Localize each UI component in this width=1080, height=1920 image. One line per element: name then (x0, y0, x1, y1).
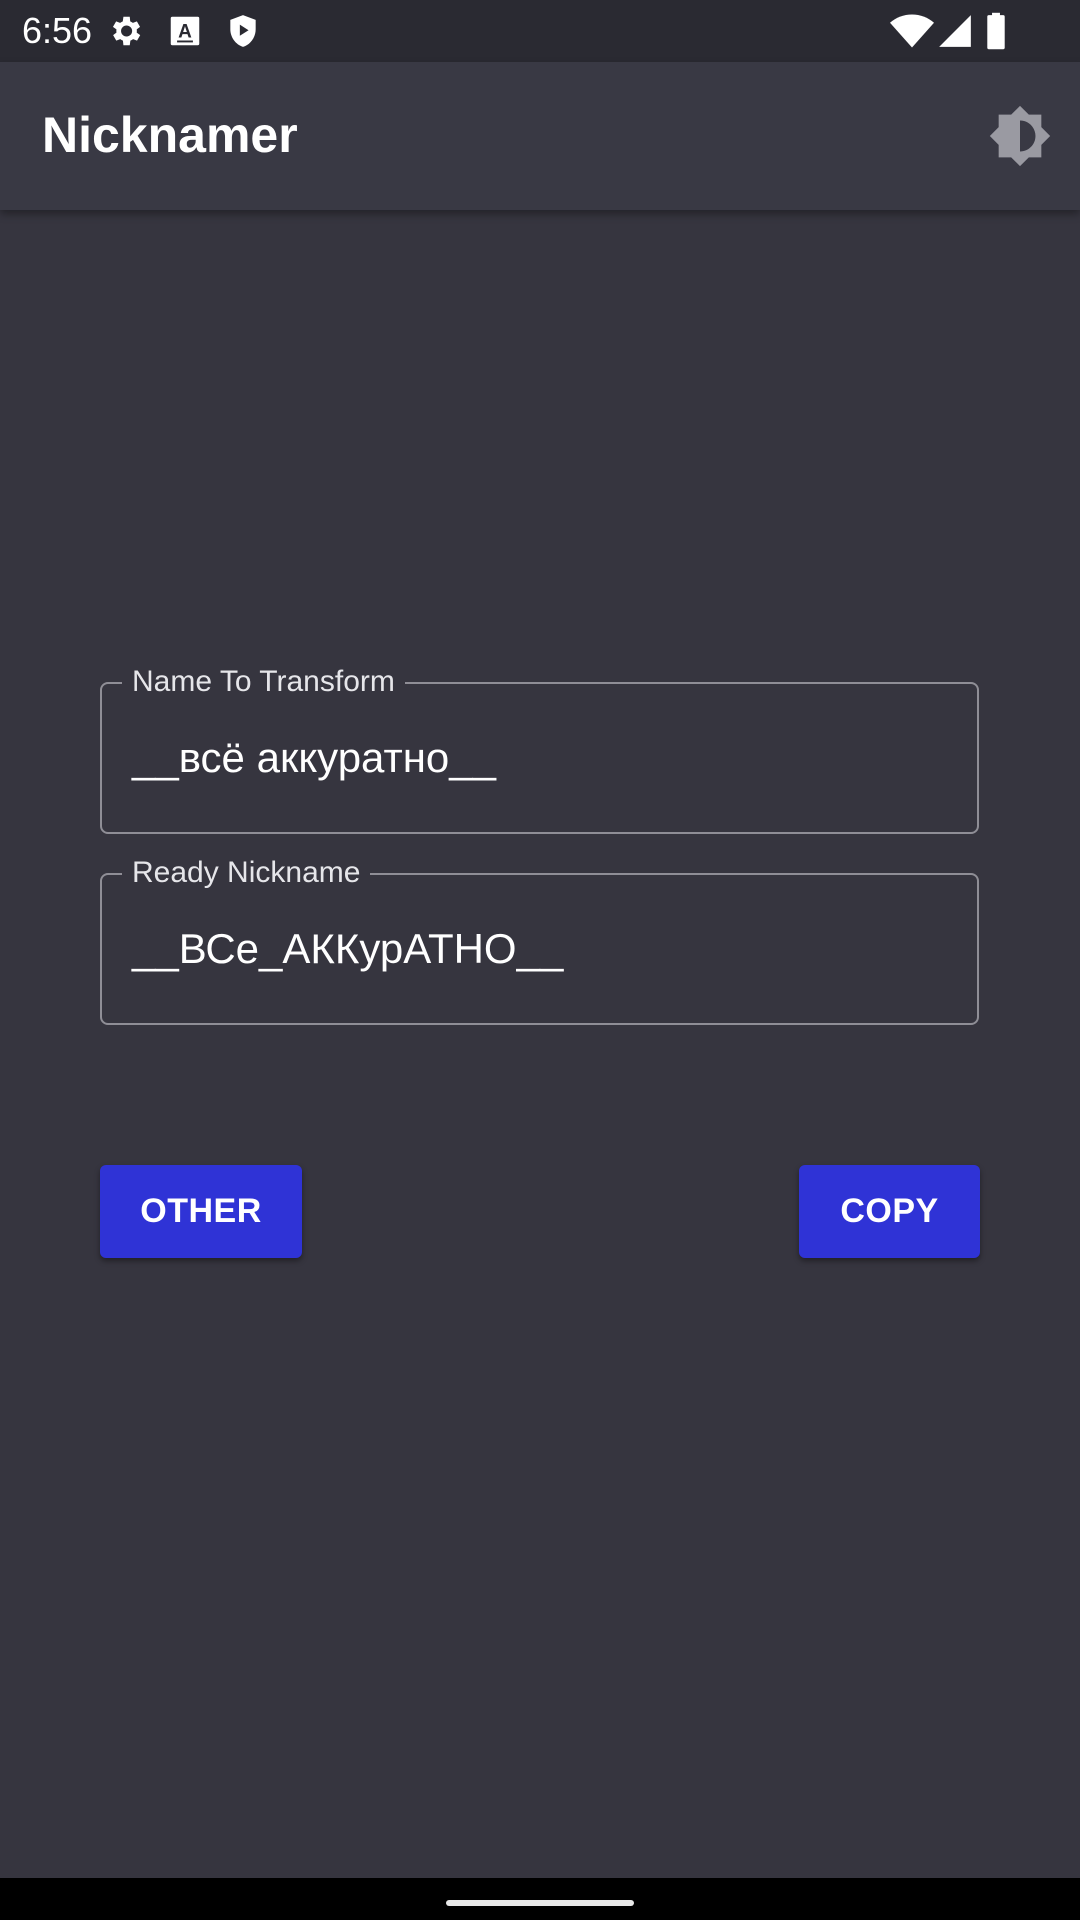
app-screen: 6:56 A Nicknamer Name To Transform __всё… (0, 0, 1080, 1920)
font-a-icon: A (166, 12, 204, 50)
ready-nickname-field[interactable]: Ready Nickname __ВСе_АККурАТНО__ (100, 855, 979, 1025)
name-to-transform-value[interactable]: __всё аккуратно__ (132, 732, 496, 784)
name-to-transform-label: Name To Transform (122, 664, 405, 700)
name-to-transform-field[interactable]: Name To Transform __всё аккуратно__ (100, 664, 979, 834)
svg-text:A: A (178, 21, 192, 42)
copy-button[interactable]: COPY (799, 1165, 980, 1258)
home-gesture-handle[interactable] (446, 1900, 634, 1906)
ready-nickname-label: Ready Nickname (122, 855, 371, 891)
app-bar: Nicknamer (0, 62, 1080, 210)
wifi-icon (890, 12, 934, 50)
signal-icon (936, 12, 974, 50)
status-bar: 6:56 A (0, 0, 1080, 62)
app-title: Nicknamer (42, 107, 298, 163)
other-button[interactable]: OTHER (100, 1165, 302, 1258)
gear-icon (106, 12, 144, 50)
status-time: 6:56 (22, 10, 93, 51)
navigation-bar (0, 1878, 1080, 1920)
shield-play-icon (224, 12, 262, 50)
battery-icon (984, 12, 1008, 50)
brightness-icon[interactable] (988, 104, 1052, 168)
ready-nickname-value[interactable]: __ВСе_АККурАТНО__ (132, 923, 563, 975)
